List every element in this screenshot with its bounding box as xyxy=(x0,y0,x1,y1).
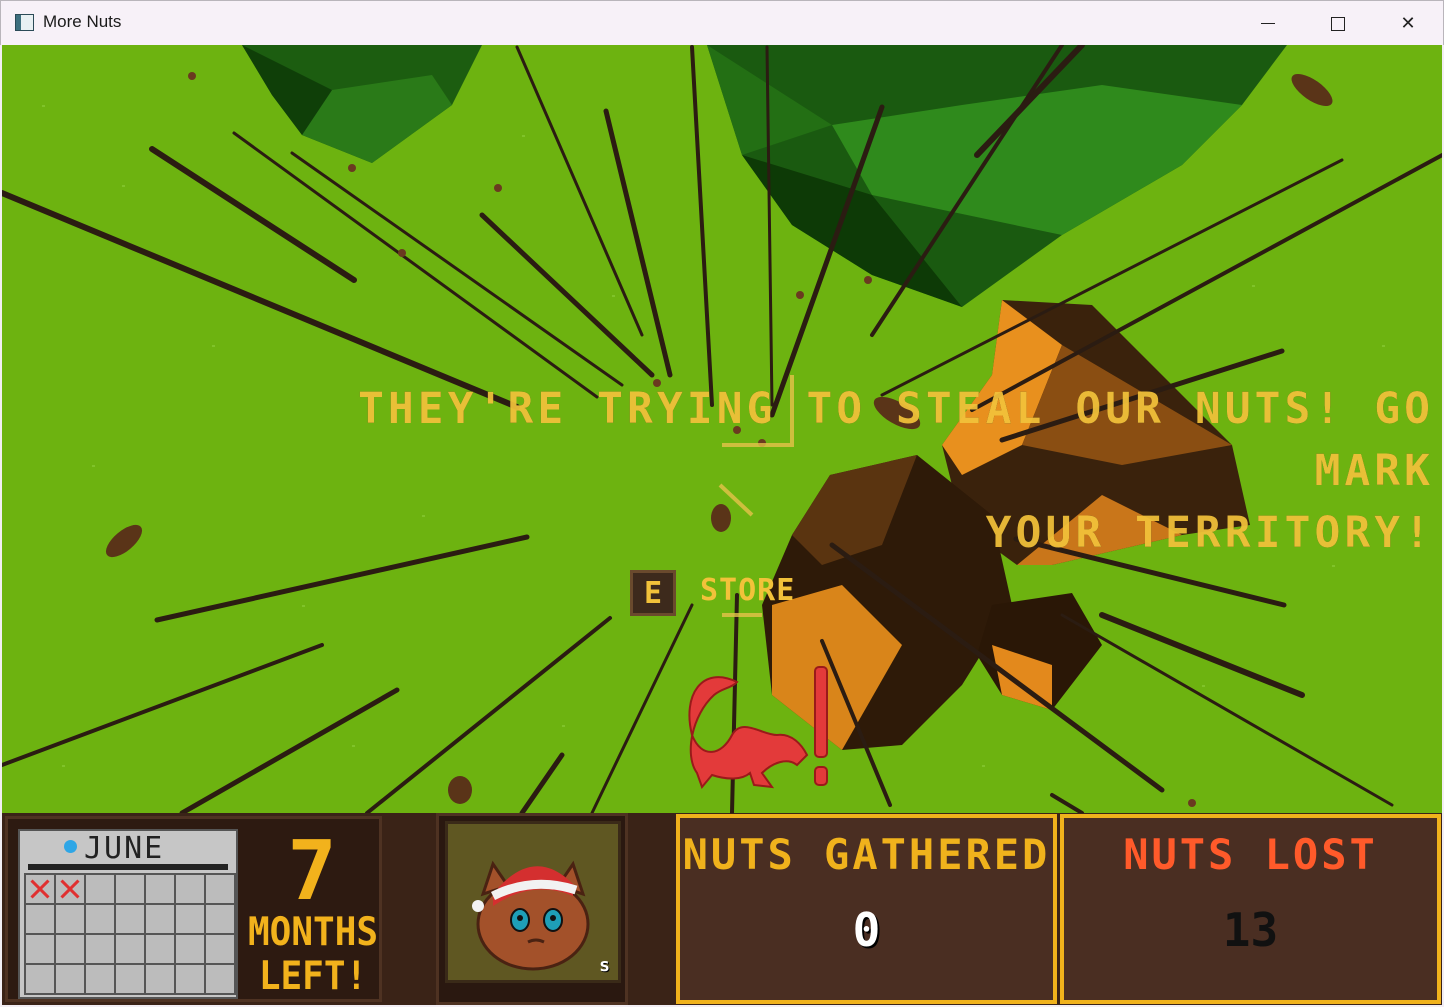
calendar-day xyxy=(176,965,206,995)
interact-key-prompt: E xyxy=(630,570,676,616)
calendar-day xyxy=(116,965,146,995)
close-button[interactable]: ✕ xyxy=(1373,1,1443,46)
calendar-day xyxy=(146,875,176,905)
calendar-day xyxy=(146,905,176,935)
tree-left xyxy=(242,45,482,163)
calendar-day xyxy=(206,875,236,905)
nuts-lost-panel: NUTS LOST 13 xyxy=(1060,814,1441,1004)
calendar-day-crossed xyxy=(56,875,86,905)
calendar-day xyxy=(116,875,146,905)
portrait-badge: s xyxy=(599,955,610,976)
calendar-day xyxy=(206,935,236,965)
nuts-lost-label: NUTS LOST xyxy=(1123,830,1378,879)
calendar-day-crossed xyxy=(26,875,56,905)
calendar-grid xyxy=(24,873,236,995)
months-left-label-line-2: LEFT! xyxy=(258,953,368,999)
close-icon: ✕ xyxy=(1400,13,1416,34)
nuts-gathered-panel: NUTS GATHERED 0 xyxy=(676,814,1057,1004)
objective-banner: THEY'RE TRYING TO STEAL OUR NUTS! GO MAR… xyxy=(268,378,1434,564)
calendar-day xyxy=(146,935,176,965)
tree-right xyxy=(707,45,1287,307)
maximize-icon xyxy=(1331,16,1345,31)
squirrel-santa-hat-icon xyxy=(472,860,590,971)
months-left-number: 7 xyxy=(287,824,337,919)
hud-bar: JUNE 7 MONTHS LEFT! s NUTS GATHERED 0 NU… xyxy=(2,813,1442,1005)
calendar-day xyxy=(56,935,86,965)
calendar-day xyxy=(56,905,86,935)
interact-action-label: STORE xyxy=(700,573,796,608)
months-left-label-line-1: MONTHS xyxy=(248,909,379,955)
banner-line-1: THEY'RE TRYING TO STEAL OUR NUTS! GO MAR… xyxy=(358,384,1434,496)
calendar-dot-icon xyxy=(64,840,77,853)
calendar-day xyxy=(86,875,116,905)
game-viewport[interactable]: THEY'RE TRYING TO STEAL OUR NUTS! GO MAR… xyxy=(2,45,1442,813)
calendar-day xyxy=(176,875,206,905)
months-left-label: MONTHS LEFT! xyxy=(248,909,379,999)
calendar-day xyxy=(86,935,116,965)
maximize-button[interactable] xyxy=(1303,1,1373,46)
calendar-day xyxy=(56,965,86,995)
calendar-day xyxy=(26,905,56,935)
calendar-day xyxy=(116,935,146,965)
calendar-day xyxy=(176,935,206,965)
banner-line-2: YOUR TERRITORY! xyxy=(985,508,1434,558)
player-portrait: s xyxy=(445,821,621,983)
calendar-day xyxy=(176,905,206,935)
nuts-gathered-value: 0 xyxy=(852,903,881,957)
calendar-day xyxy=(206,965,236,995)
calendar-day xyxy=(26,935,56,965)
calendar: JUNE xyxy=(18,829,238,999)
calendar-day xyxy=(146,965,176,995)
minimize-icon xyxy=(1261,22,1275,25)
calendar-day xyxy=(86,905,116,935)
calendar-day xyxy=(206,905,236,935)
window-title: More Nuts xyxy=(43,12,122,31)
nuts-lost-value: 13 xyxy=(1222,903,1279,957)
nuts-gathered-label: NUTS GATHERED xyxy=(682,830,1051,879)
calendar-month: JUNE xyxy=(84,831,165,866)
calendar-day xyxy=(86,965,116,995)
player-portrait-frame: s xyxy=(436,813,628,1005)
calendar-day xyxy=(116,905,146,935)
window-titlebar: More Nuts ✕ xyxy=(0,0,1444,45)
calendar-divider xyxy=(28,864,228,870)
calendar-day xyxy=(26,965,56,995)
app-icon xyxy=(15,14,34,31)
minimize-button[interactable] xyxy=(1233,1,1303,46)
calendar-panel: JUNE 7 MONTHS LEFT! xyxy=(5,816,382,1002)
